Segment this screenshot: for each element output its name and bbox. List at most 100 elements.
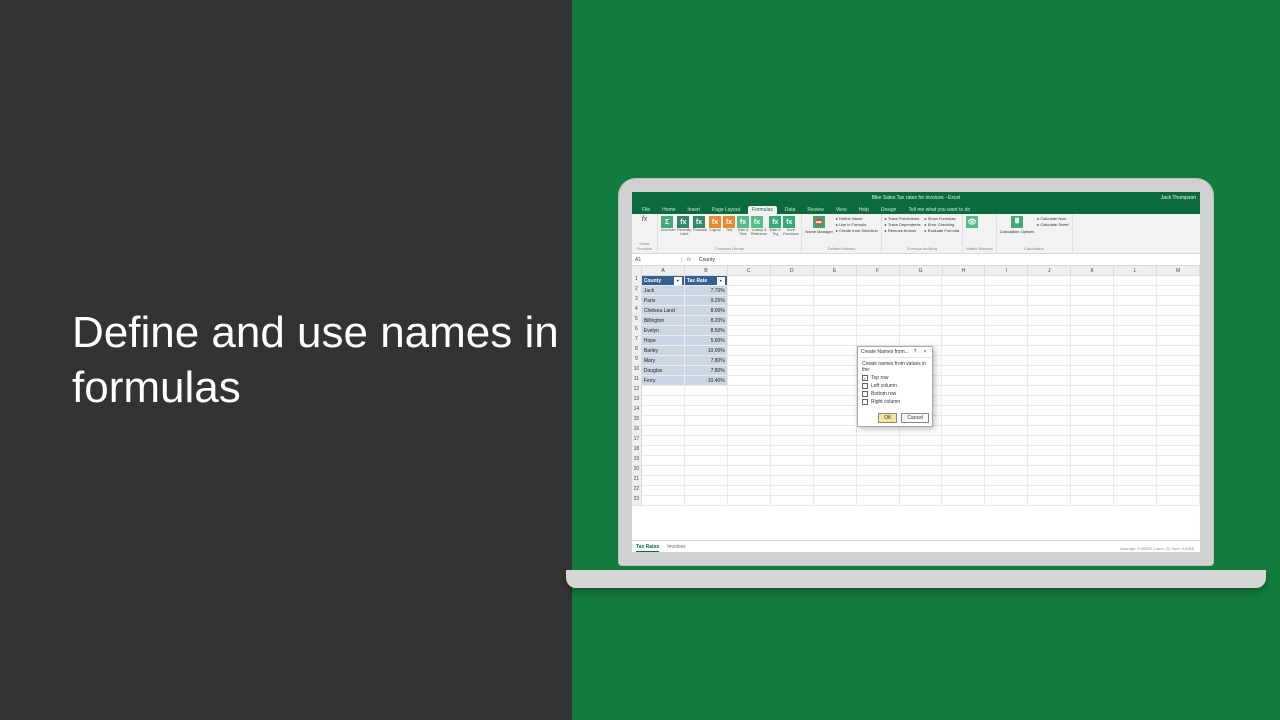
calc-options-icon[interactable]: 🖩 <box>1011 216 1023 228</box>
autosum-icon[interactable]: Σ <box>661 216 673 228</box>
table-header-county[interactable]: County▾ <box>642 276 685 286</box>
remove-arrows[interactable]: ▸ Remove Arrows <box>885 228 921 233</box>
col-M[interactable]: M <box>1157 266 1200 276</box>
logical-icon[interactable]: fx <box>709 216 721 228</box>
calculate-now[interactable]: ▸ Calculate Now <box>1037 216 1068 221</box>
define-name[interactable]: ▸ Define Name <box>836 216 878 221</box>
table-row[interactable]: Mary <box>642 356 685 366</box>
checkbox-left-column[interactable]: Left column <box>862 383 928 389</box>
col-J[interactable]: J <box>1028 266 1071 276</box>
dialog-close-icon[interactable]: × <box>921 349 929 355</box>
window-titlebar: Bike Sales Tax rates for invoices - Exce… <box>632 192 1200 204</box>
window-title: Bike Sales Tax rates for invoices - Exce… <box>872 195 961 201</box>
name-manager-icon[interactable]: 📛 <box>813 216 825 228</box>
more-icon[interactable]: fx <box>783 216 795 228</box>
col-G[interactable]: G <box>900 266 943 276</box>
table-row[interactable]: 8.00% <box>685 306 728 316</box>
col-C[interactable]: C <box>728 266 771 276</box>
table-row[interactable]: 7.80% <box>685 356 728 366</box>
ok-button[interactable]: OK <box>878 413 897 423</box>
table-row[interactable]: Chelsea Land <box>642 306 685 316</box>
use-in-formula[interactable]: ▸ Use in Formula <box>836 222 878 227</box>
col-E[interactable]: E <box>814 266 857 276</box>
tab-view[interactable]: View <box>832 206 851 214</box>
checkbox-bottom-row[interactable]: Bottom row <box>862 391 928 397</box>
tab-formulas[interactable]: Formulas <box>748 206 777 214</box>
formula-bar: A1 fx County <box>632 254 1200 266</box>
text-icon[interactable]: fx <box>723 216 735 228</box>
table-row[interactable]: Hope <box>642 336 685 346</box>
show-formulas[interactable]: ▸ Show Formulas <box>925 216 959 221</box>
tab-review[interactable]: Review <box>803 206 827 214</box>
checkbox-top-row[interactable]: ✓Top row <box>862 375 928 381</box>
table-row[interactable]: Billington <box>642 316 685 326</box>
laptop-base <box>566 570 1266 588</box>
illustration-panel: Bike Sales Tax rates for invoices - Exce… <box>572 0 1280 720</box>
table-row[interactable]: 7.70% <box>685 286 728 296</box>
name-box[interactable]: A1 <box>632 257 682 263</box>
calculate-sheet[interactable]: ▸ Calculate Sheet <box>1037 222 1068 227</box>
formula-value[interactable]: County <box>696 257 1200 263</box>
ribbon-insert-function[interactable]: fx Insert Function <box>632 214 658 253</box>
tab-home[interactable]: Home <box>658 206 679 214</box>
excel-screen: Bike Sales Tax rates for invoices - Exce… <box>632 192 1200 552</box>
error-checking[interactable]: ▸ Error Checking <box>925 222 959 227</box>
evaluate-formula[interactable]: ▸ Evaluate Formula <box>925 228 959 233</box>
spreadsheet-grid[interactable]: ABCDEFGHIJKLM 1County▾Tax Rate▾2Jack7.70… <box>632 266 1200 540</box>
table-row[interactable]: Evelyn <box>642 326 685 336</box>
table-row[interactable]: 7.80% <box>685 366 728 376</box>
table-row[interactable]: Douglas <box>642 366 685 376</box>
table-row[interactable]: 5.60% <box>685 336 728 346</box>
financial-icon[interactable]: fx <box>693 216 705 228</box>
table-row[interactable]: Jack <box>642 286 685 296</box>
trace-precedents[interactable]: ▸ Trace Precedents <box>885 216 921 221</box>
checkbox-icon <box>862 399 868 405</box>
col-L[interactable]: L <box>1114 266 1157 276</box>
sheet-tab-tax-rates[interactable]: Tax Rates <box>636 544 659 553</box>
col-A[interactable]: A <box>642 266 685 276</box>
table-row[interactable]: 9.25% <box>685 296 728 306</box>
page-title: Define and use names in formulas <box>72 305 572 415</box>
col-F[interactable]: F <box>857 266 900 276</box>
tab-page-layout[interactable]: Page Layout <box>708 206 744 214</box>
checkbox-icon <box>862 383 868 389</box>
tab-help[interactable]: Help <box>855 206 873 214</box>
table-row[interactable]: Ferry <box>642 376 685 386</box>
recently-icon[interactable]: fx <box>677 216 689 228</box>
checkbox-right-column[interactable]: Right column <box>862 399 928 405</box>
trace-dependents[interactable]: ▸ Trace Dependents <box>885 222 921 227</box>
dialog-prompt: Create names from values in the: <box>862 361 928 373</box>
filter-icon[interactable]: ▾ <box>717 277 725 285</box>
sheet-tabs: Tax RatesInvoices Average: 0.08325 Count… <box>632 540 1200 552</box>
ribbon-formula-auditing: ▸ Trace Precedents▸ Trace Dependents▸ Re… <box>882 214 963 253</box>
date &-icon[interactable]: fx <box>737 216 749 228</box>
table-row[interactable]: 10.40% <box>685 376 728 386</box>
fx-icon[interactable]: fx <box>682 257 696 263</box>
tab-design[interactable]: Design <box>877 206 901 214</box>
cancel-button[interactable]: Cancel <box>901 413 929 423</box>
dialog-title: Create Names from... <box>861 349 909 355</box>
table-row[interactable]: 8.50% <box>685 326 728 336</box>
lookup &-icon[interactable]: fx <box>751 216 763 228</box>
col-B[interactable]: B <box>685 266 728 276</box>
dialog-help-icon[interactable]: ? <box>911 349 919 355</box>
col-I[interactable]: I <box>985 266 1028 276</box>
col-D[interactable]: D <box>771 266 814 276</box>
tab-tell-me-what-you-want-to-do[interactable]: Tell me what you want to do <box>904 206 974 214</box>
table-row[interactable]: Barley <box>642 346 685 356</box>
tab-file[interactable]: File <box>638 206 654 214</box>
sheet-tab-invoices[interactable]: Invoices <box>667 544 685 550</box>
table-row[interactable]: 10.00% <box>685 346 728 356</box>
table-row[interactable]: 8.20% <box>685 316 728 326</box>
tab-insert[interactable]: Insert <box>683 206 704 214</box>
col-K[interactable]: K <box>1071 266 1114 276</box>
tab-data[interactable]: Data <box>781 206 800 214</box>
col-H[interactable]: H <box>943 266 986 276</box>
table-row[interactable]: Paris <box>642 296 685 306</box>
math &-icon[interactable]: fx <box>769 216 781 228</box>
create-from-selection[interactable]: ▸ Create from Selection <box>836 228 878 233</box>
table-header-tax-rate[interactable]: Tax Rate▾ <box>685 276 728 286</box>
filter-icon[interactable]: ▾ <box>674 277 682 285</box>
user-name: Jack Thompson <box>1161 195 1196 201</box>
ribbon-watch-window[interactable]: 👁 Watch Window <box>963 214 997 253</box>
